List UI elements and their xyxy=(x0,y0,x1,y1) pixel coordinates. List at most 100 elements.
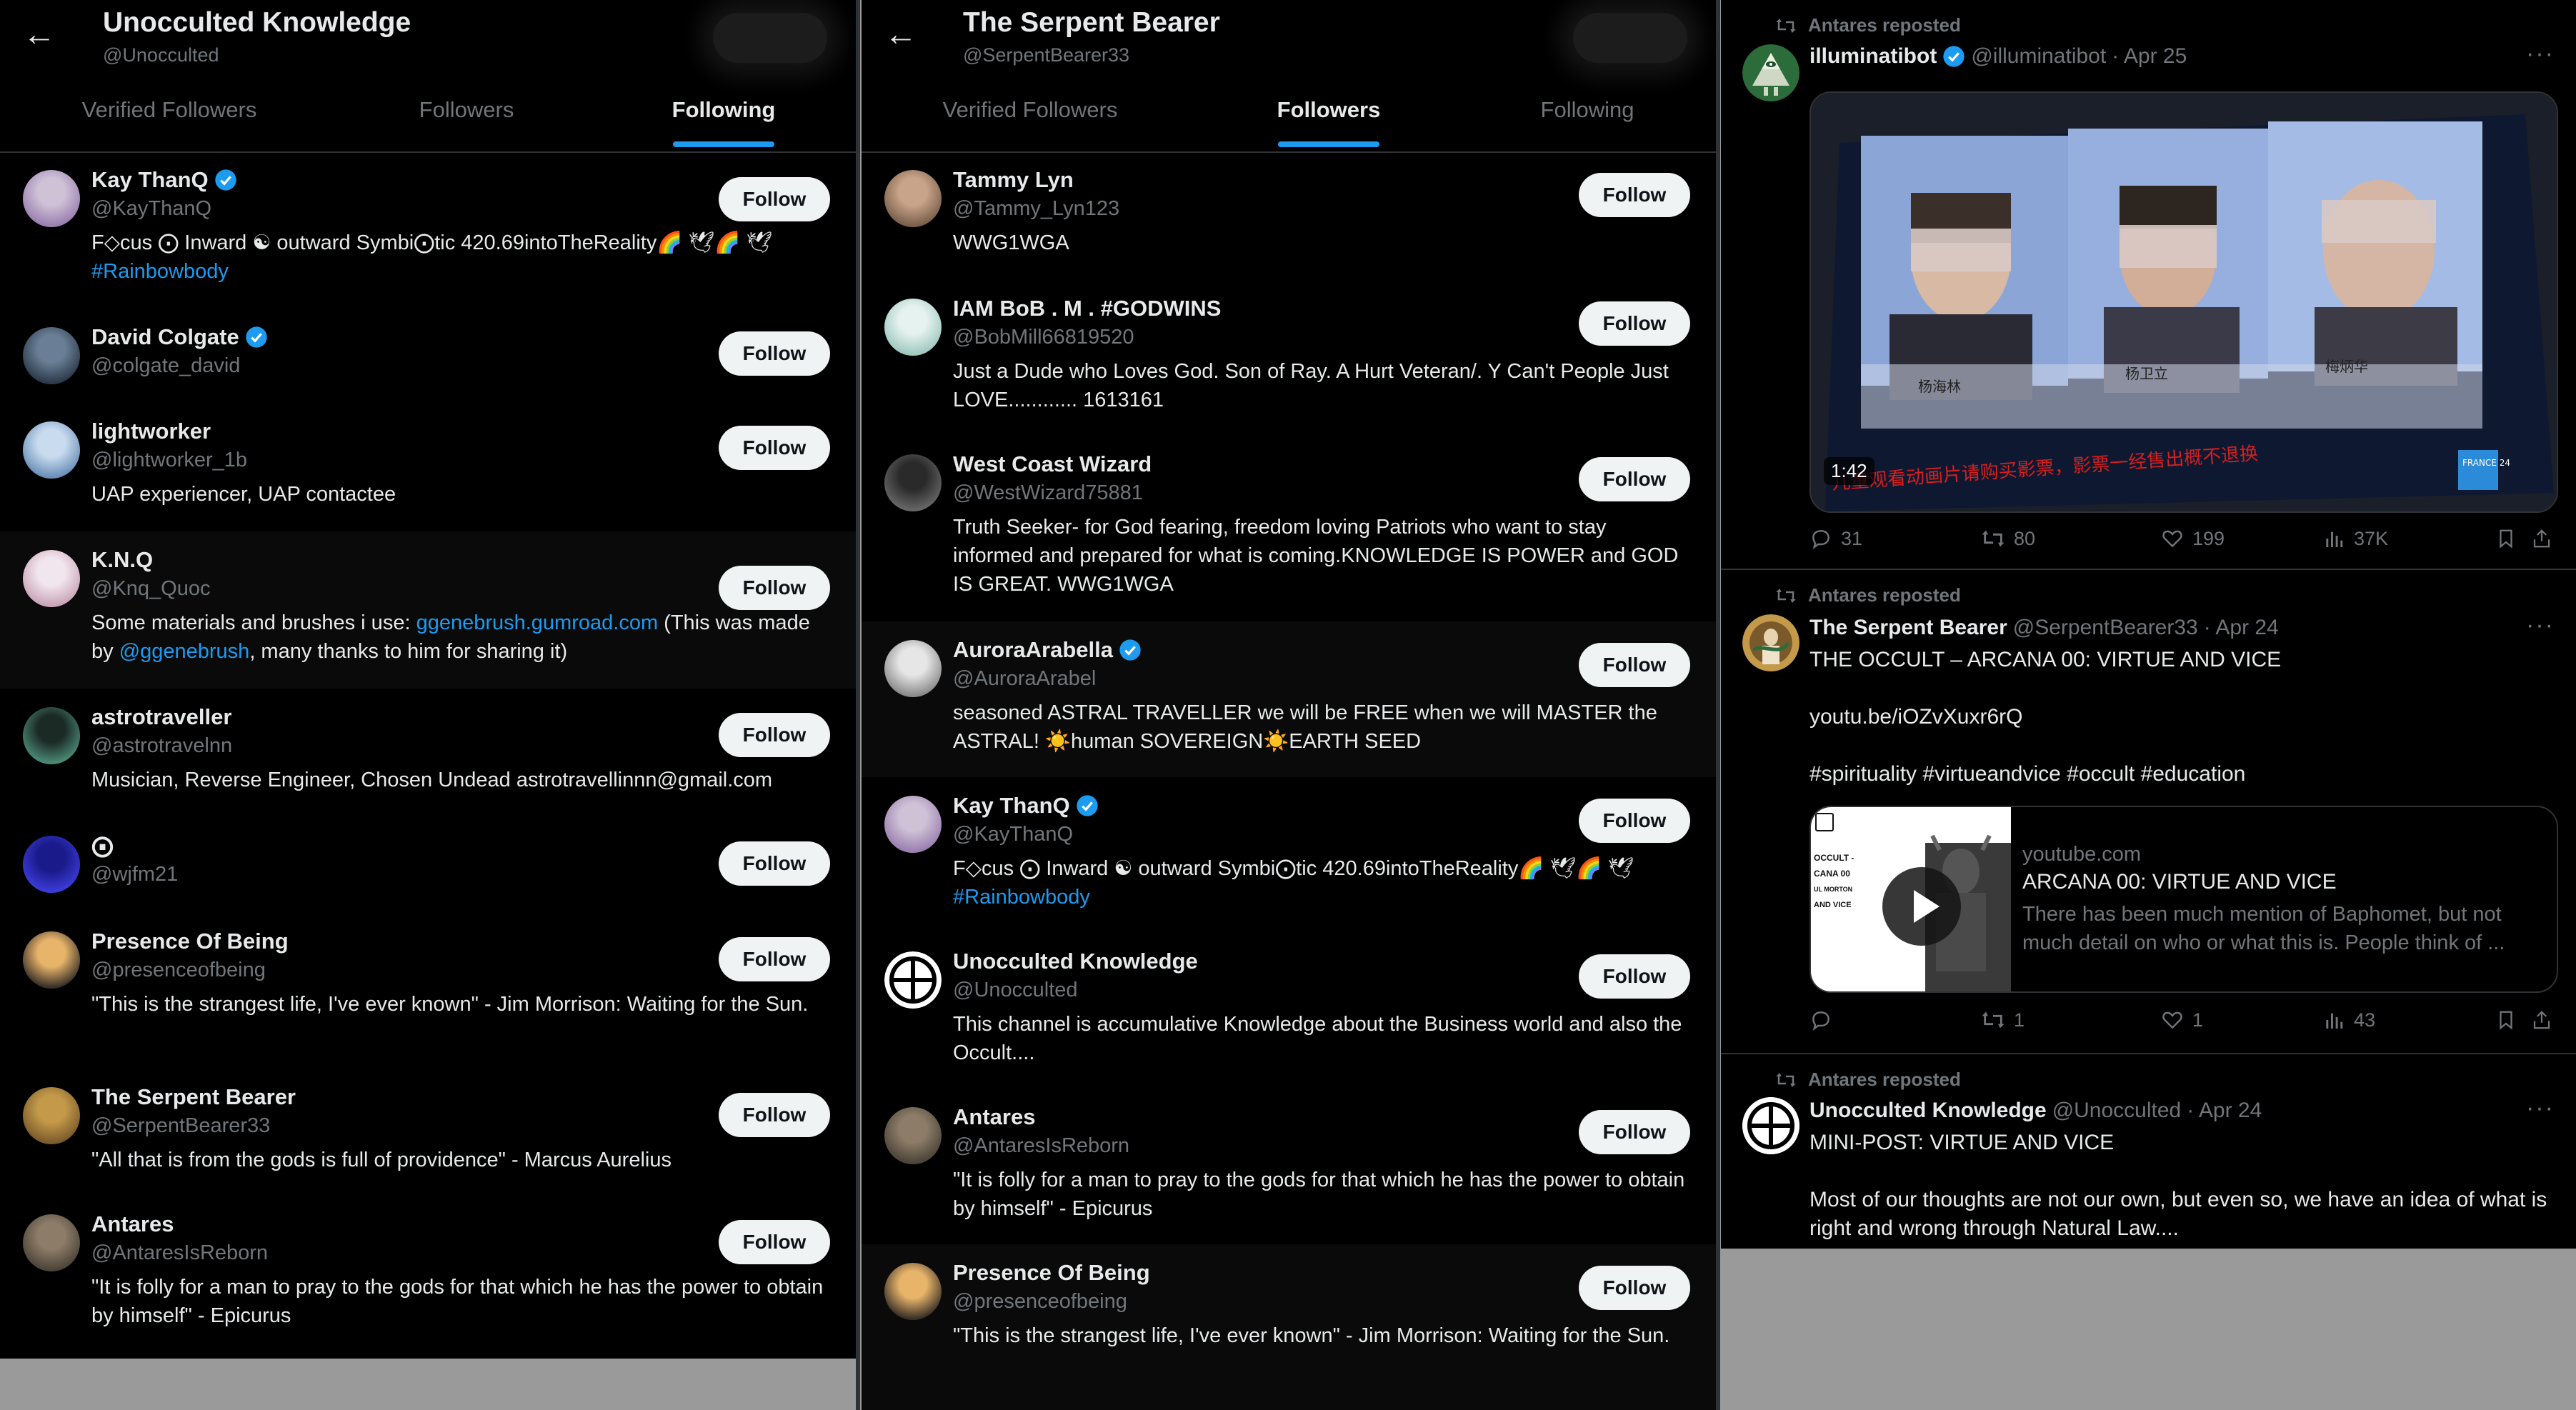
author-name[interactable]: Unocculted Knowledge xyxy=(1809,1099,2047,1123)
follow-button[interactable]: Follow xyxy=(1579,457,1690,501)
author-name[interactable]: The Serpent Bearer xyxy=(1809,616,2007,640)
user-row[interactable]: Presence Of Being @presenceofbeing "This i… xyxy=(862,1244,1716,1410)
user-row[interactable]: Kay ThanQ @KayThanQ F◇cus ⨀ Inward ☯ outwa… xyxy=(0,151,856,309)
views-button[interactable]: 37K xyxy=(2322,527,2388,550)
user-row[interactable]: Antares @AntaresIsReborn "It is folly for … xyxy=(862,1089,1716,1244)
follow-button[interactable]: Follow xyxy=(1579,643,1690,687)
video-player[interactable]: 杨海林 杨卫立 梅炳华 儿童观看动画片请购买影票，影票一经售出概不退换 FRAN… xyxy=(1809,91,2558,513)
reply-button[interactable] xyxy=(1809,1009,1841,1031)
user-display-name[interactable]: Unocculted Knowledge xyxy=(953,949,1198,974)
user-display-name[interactable]: K.N.Q xyxy=(91,547,153,573)
user-display-name[interactable]: Presence Of Being xyxy=(953,1260,1150,1286)
follow-button[interactable]: Follow xyxy=(719,1220,830,1264)
bio-hashtag[interactable]: #Rainbowbody xyxy=(953,886,1090,909)
post-unocculted[interactable]: Antares reposted Unocculted Knowledge @U… xyxy=(1721,1054,2576,1249)
user-row[interactable]: K.N.Q @Knq_Quoc Some materials and brushes… xyxy=(0,531,856,689)
follow-button[interactable]: Follow xyxy=(719,426,830,470)
user-display-name[interactable]: Antares xyxy=(953,1104,1035,1130)
follow-button[interactable]: Follow xyxy=(1579,954,1690,999)
more-options-icon[interactable]: ··· xyxy=(2526,1094,2555,1122)
user-row[interactable]: David Colgate @colgate_david Follow xyxy=(0,309,856,403)
user-row[interactable]: IAM BoB . M . #GODWINS @BobMill66819520 Ju… xyxy=(862,280,1716,436)
bookmark-button[interactable] xyxy=(2495,527,2517,550)
bio-hashtag[interactable]: #Rainbowbody xyxy=(91,260,229,283)
avatar[interactable] xyxy=(884,1107,942,1164)
avatar[interactable] xyxy=(884,640,942,697)
more-options-icon[interactable]: ··· xyxy=(2526,40,2555,68)
follow-button[interactable]: Follow xyxy=(719,1093,830,1137)
user-display-name[interactable]: lightworker xyxy=(91,419,211,444)
follow-button[interactable]: Follow xyxy=(719,177,830,221)
post-hashtags[interactable]: #spirituality #virtueandvice #occult #ed… xyxy=(1809,760,2547,789)
follow-button[interactable]: Follow xyxy=(1579,301,1690,346)
follow-button[interactable]: Follow xyxy=(719,841,830,886)
user-display-name[interactable]: ⨀ xyxy=(91,833,114,859)
avatar[interactable] xyxy=(23,1214,80,1271)
avatar[interactable] xyxy=(23,170,80,227)
bio-mention[interactable]: @ggenebrush xyxy=(119,640,250,663)
like-button[interactable]: 1 xyxy=(2161,1009,2203,1031)
avatar[interactable] xyxy=(884,951,942,1009)
user-display-name[interactable]: Antares xyxy=(91,1211,174,1237)
post-serpent-bearer[interactable]: Antares reposted The Serpent Bearer @Ser… xyxy=(1721,570,2576,1054)
tab-following[interactable]: Following xyxy=(1541,97,1634,123)
user-display-name[interactable]: IAM BoB . M . #GODWINS xyxy=(953,296,1221,321)
user-display-name[interactable]: The Serpent Bearer xyxy=(91,1084,296,1110)
more-options-icon[interactable]: ··· xyxy=(2526,611,2555,639)
author-name[interactable]: illuminatibot xyxy=(1809,44,1937,69)
follow-button[interactable]: Follow xyxy=(1579,1266,1690,1310)
avatar[interactable] xyxy=(884,1263,942,1320)
user-row[interactable]: Unocculted Knowledge @Unocculted This chan… xyxy=(862,933,1716,1089)
back-arrow-icon[interactable]: ← xyxy=(21,16,57,51)
tab-followers[interactable]: Followers xyxy=(419,97,514,123)
tab-followers[interactable]: Followers xyxy=(1277,97,1381,123)
avatar[interactable] xyxy=(884,170,942,227)
user-row[interactable]: The Serpent Bearer @SerpentBearer33 "All t… xyxy=(0,1069,856,1196)
bookmark-button[interactable] xyxy=(2495,1009,2517,1031)
avatar[interactable] xyxy=(1742,614,1799,671)
avatar[interactable] xyxy=(23,550,80,607)
user-row[interactable]: Presence Of Being @presenceofbeing "This i… xyxy=(0,913,856,1069)
reply-button[interactable]: 31 xyxy=(1809,527,1862,550)
avatar[interactable] xyxy=(23,1087,80,1144)
user-row[interactable]: lightworker @lightworker_1b UAP experience… xyxy=(0,403,856,531)
play-icon[interactable] xyxy=(1882,867,1961,946)
post-illuminatibot[interactable]: Antares reposted illuminatibot @illumina… xyxy=(1721,0,2576,570)
post-link[interactable]: youtu.be/iOZvXuxr6rQ xyxy=(1809,703,2547,731)
avatar[interactable] xyxy=(23,327,80,384)
user-row[interactable]: Tammy Lyn @Tammy_Lyn123 WWG1WGA Follow xyxy=(862,151,1716,280)
share-button[interactable] xyxy=(2531,527,2552,550)
user-display-name[interactable]: Kay ThanQ xyxy=(91,167,237,193)
share-button[interactable] xyxy=(2531,1009,2552,1031)
user-display-name[interactable]: astrotraveller xyxy=(91,704,231,730)
follow-button[interactable]: Follow xyxy=(719,331,830,376)
tab-following[interactable]: Following xyxy=(672,97,776,123)
avatar[interactable] xyxy=(884,454,942,511)
repost-button[interactable]: 1 xyxy=(1981,1009,2025,1031)
avatar[interactable] xyxy=(1742,44,1799,101)
like-button[interactable]: 199 xyxy=(2161,527,2225,550)
views-button[interactable]: 43 xyxy=(2322,1009,2375,1031)
user-display-name[interactable]: Presence Of Being xyxy=(91,929,289,954)
avatar[interactable] xyxy=(1742,1097,1799,1154)
follow-button[interactable]: Follow xyxy=(1579,173,1690,217)
user-row[interactable]: Kay ThanQ @KayThanQ F◇cus ⨀ Inward ☯ outwa… xyxy=(862,777,1716,933)
user-display-name[interactable]: Kay ThanQ xyxy=(953,793,1099,819)
tab-verified-followers[interactable]: Verified Followers xyxy=(943,97,1118,123)
back-arrow-icon[interactable]: ← xyxy=(883,16,919,51)
avatar[interactable] xyxy=(884,796,942,853)
user-row[interactable]: West Coast Wizard @WestWizard75881 Truth S… xyxy=(862,436,1716,621)
user-row[interactable]: Antares @AntaresIsReborn "It is folly for … xyxy=(0,1196,856,1359)
avatar[interactable] xyxy=(23,931,80,989)
avatar[interactable] xyxy=(884,299,942,356)
user-display-name[interactable]: AuroraArabella xyxy=(953,637,1142,663)
link-preview-card[interactable]: OCCULT - CANA 00 UL MORTON AND VICE yout… xyxy=(1809,806,2558,993)
tab-verified-followers[interactable]: Verified Followers xyxy=(82,97,257,123)
user-display-name[interactable]: West Coast Wizard xyxy=(953,451,1152,477)
avatar[interactable] xyxy=(23,707,80,764)
follow-button[interactable]: Follow xyxy=(1579,799,1690,843)
bio-link[interactable]: ggenebrush.gumroad.com xyxy=(416,611,659,634)
user-row[interactable]: ⨀ @wjfm21 Follow xyxy=(0,817,856,913)
follow-button[interactable]: Follow xyxy=(719,713,830,757)
follow-button[interactable]: Follow xyxy=(719,566,830,610)
